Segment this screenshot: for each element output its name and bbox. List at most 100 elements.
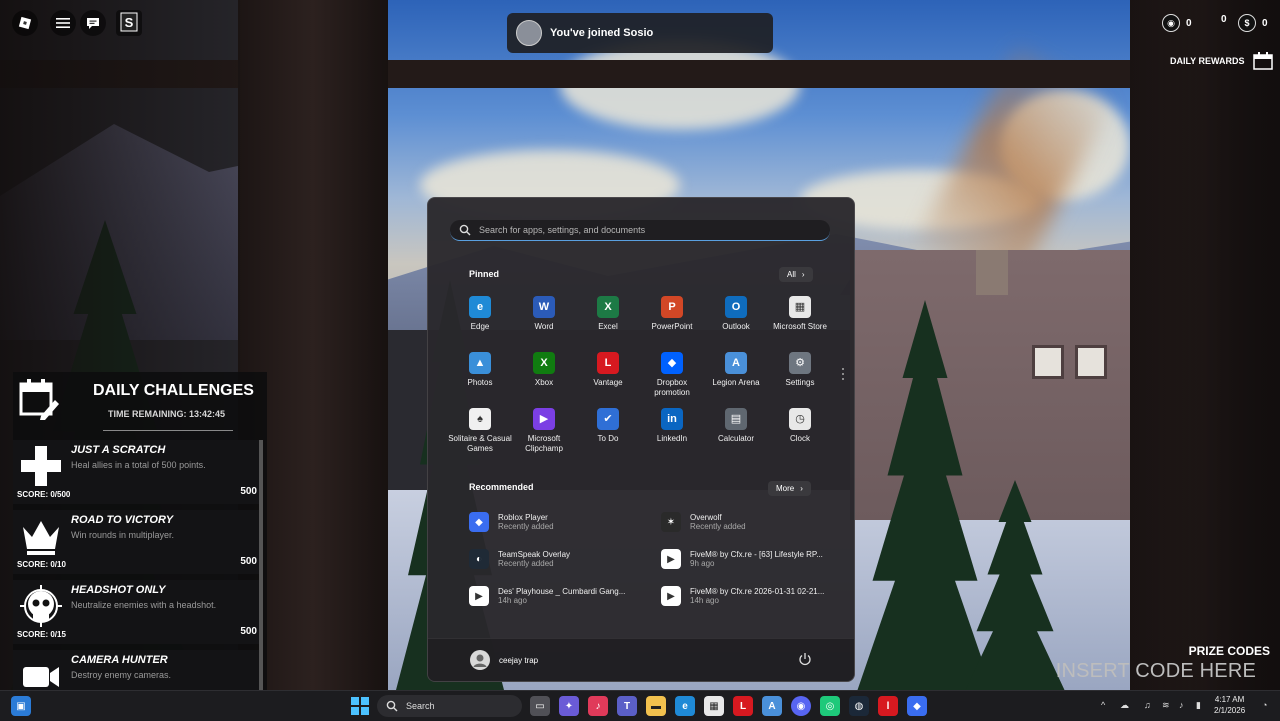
microphone-icon[interactable]: ♫ — [1144, 700, 1151, 710]
roblox-taskbar-icon[interactable]: ◆ — [907, 696, 927, 716]
pinned-app[interactable]: W Word — [512, 296, 576, 332]
discord-icon[interactable]: ◉ — [791, 696, 811, 716]
search-icon — [386, 700, 398, 712]
music-icon[interactable]: ♪ — [588, 696, 608, 716]
app-label: Microsoft Clipchamp — [525, 434, 563, 453]
pinned-app[interactable]: ♠ Solitaire & Casual Games — [448, 408, 512, 454]
recommended-text: Des' Playhouse _ Cumbardi Gang... 14h ago — [498, 587, 625, 605]
recommended-icon: ✶ — [661, 512, 681, 532]
recommended-item[interactable]: ▶ FiveM® by Cfx.re 2026-01-31 02-21... 14h… — [661, 586, 841, 606]
app-icon: O — [725, 296, 747, 318]
pinned-app[interactable]: ▶ Microsoft Clipchamp — [512, 408, 576, 454]
all-apps-button[interactable]: All › — [779, 267, 813, 282]
recommended-name: Des' Playhouse _ Cumbardi Gang... — [498, 587, 626, 596]
taskbar-search[interactable]: Search — [377, 695, 522, 717]
recommended-subtitle: 9h ago — [690, 559, 715, 568]
onedrive-icon[interactable]: ☁ — [1120, 700, 1129, 711]
pinned-app[interactable]: e Edge — [448, 296, 512, 332]
legion-arena-icon[interactable]: A — [762, 696, 782, 716]
app-icon: ♠ — [469, 408, 491, 430]
pinned-app[interactable]: in LinkedIn — [640, 408, 704, 444]
challenge-item[interactable]: HEADSHOT ONLY Neutralize enemies with a … — [13, 580, 259, 644]
avatar — [516, 20, 542, 46]
app-icon: X — [533, 352, 555, 374]
search-placeholder: Search for apps, settings, and documents — [479, 225, 646, 235]
sosio-s-icon: S — [120, 12, 138, 32]
recommended-item[interactable]: ▶ Des' Playhouse _ Cumbardi Gang... 14h ag… — [469, 586, 649, 606]
app-icon: ▦ — [789, 296, 811, 318]
task-view-icon[interactable]: ▭ — [530, 696, 550, 716]
recommended-text: FiveM® by Cfx.re - [63] Lifestyle RP... 9… — [690, 550, 823, 568]
daily-rewards-button[interactable]: DAILY REWARDS — [1170, 52, 1273, 70]
recommended-icon: ◐ — [469, 549, 489, 569]
chevron-up-icon[interactable]: ^ — [1101, 700, 1105, 710]
wifi-icon[interactable]: ≋ — [1162, 700, 1170, 711]
widgets-icon[interactable]: ▣ — [11, 696, 31, 716]
recommended-subtitle: Recently added — [498, 559, 554, 568]
scrollbar[interactable] — [259, 440, 263, 690]
calendar-edit-icon — [19, 379, 59, 420]
red-app-icon[interactable]: l — [878, 696, 898, 716]
hud-stat-token: ◉ 0 — [1162, 14, 1192, 32]
chat-icon — [87, 17, 99, 29]
pinned-app[interactable]: ✔ To Do — [576, 408, 640, 444]
edge-icon[interactable]: e — [675, 696, 695, 716]
svg-text:S: S — [125, 15, 134, 30]
recommended-item[interactable]: ◐ TeamSpeak Overlay Recently added — [469, 549, 649, 569]
calendar-icon — [1252, 52, 1273, 70]
user-avatar[interactable] — [470, 650, 490, 670]
prize-code-input[interactable]: INSERT CODE HERE — [1056, 660, 1256, 683]
pinned-app[interactable]: ◆ Dropbox promotion — [640, 352, 704, 398]
menu-button[interactable] — [50, 10, 76, 36]
challenge-score: SCORE: 0/10 — [17, 560, 66, 569]
pinned-app[interactable]: X Excel — [576, 296, 640, 332]
challenge-points: 500 — [240, 556, 257, 567]
copilot-icon[interactable]: ✦ — [559, 696, 579, 716]
pinned-app[interactable]: ▤ Calculator — [704, 408, 768, 444]
roblox-logo-button[interactable] — [12, 10, 38, 36]
more-button[interactable]: More › — [768, 481, 811, 496]
challenge-description: Destroy enemy cameras. — [71, 670, 172, 680]
recommended-item[interactable]: ◆ Roblox Player Recently added — [469, 512, 649, 532]
app-icon: ◷ — [789, 408, 811, 430]
pinned-app[interactable]: O Outlook — [704, 296, 768, 332]
pinned-app[interactable]: ⚙ Settings — [768, 352, 832, 388]
start-search-box[interactable]: Search for apps, settings, and documents — [450, 220, 830, 241]
vantage-icon[interactable]: L — [733, 696, 753, 716]
chevron-right-icon: › — [801, 270, 805, 279]
challenge-item[interactable]: JUST A SCRATCH Heal allies in a total of… — [13, 440, 259, 504]
steam-icon[interactable]: ◍ — [849, 696, 869, 716]
windows-start-icon[interactable] — [350, 696, 370, 716]
notification-bell-icon[interactable]: ◔ — [1262, 700, 1267, 710]
teams-icon[interactable]: T — [617, 696, 637, 716]
pinned-app[interactable]: ◷ Clock — [768, 408, 832, 444]
pinned-app[interactable]: L Vantage — [576, 352, 640, 388]
pinned-app[interactable]: P PowerPoint — [640, 296, 704, 332]
chat-button[interactable] — [80, 10, 106, 36]
pinned-app[interactable]: X Xbox — [512, 352, 576, 388]
app-icon: in — [661, 408, 683, 430]
challenge-description: Win rounds in multiplayer. — [71, 530, 175, 540]
volume-icon[interactable]: ♪ — [1179, 700, 1184, 710]
recommended-item[interactable]: ✶ Overwolf Recently added — [661, 512, 841, 532]
pinned-app[interactable]: ▦ Microsoft Store — [768, 296, 832, 332]
taskbar-clock[interactable]: 4:17 AM 2/1/2026 — [1214, 694, 1245, 716]
challenge-item[interactable]: ROAD TO VICTORY Win rounds in multiplaye… — [13, 510, 259, 574]
power-icon[interactable] — [798, 652, 812, 666]
page-dots[interactable] — [842, 368, 845, 383]
file-explorer-icon[interactable]: ▬ — [646, 696, 666, 716]
pinned-app[interactable]: A Legion Arena — [704, 352, 768, 388]
game-launcher-icon[interactable]: ◎ — [820, 696, 840, 716]
battery-icon[interactable]: ▮ — [1196, 700, 1201, 711]
daily-challenges-panel: DAILY CHALLENGES TIME REMAINING: 13:42:4… — [13, 372, 267, 690]
recommended-item[interactable]: ▶ FiveM® by Cfx.re - [63] Lifestyle RP...… — [661, 549, 841, 569]
user-name[interactable]: ceejay trap — [499, 656, 538, 665]
challenge-item[interactable]: CAMERA HUNTER Destroy enemy cameras. — [13, 650, 259, 690]
challenge-name: ROAD TO VICTORY — [71, 514, 174, 526]
sosio-logo[interactable]: S — [116, 10, 142, 36]
pinned-app[interactable]: ▲ Photos — [448, 352, 512, 388]
challenge-score: SCORE: 0/15 — [17, 630, 66, 639]
hamburger-icon — [56, 18, 70, 28]
microsoft-store-icon[interactable]: ▦ — [704, 696, 724, 716]
app-icon: X — [597, 296, 619, 318]
